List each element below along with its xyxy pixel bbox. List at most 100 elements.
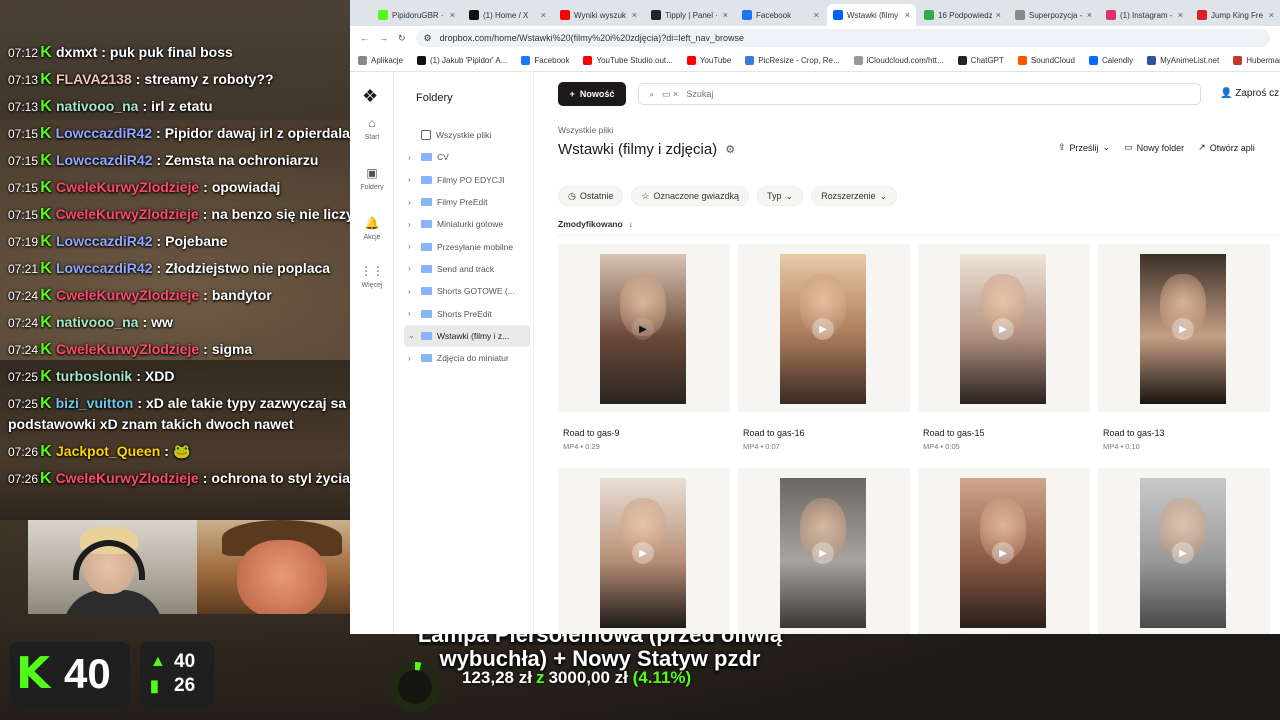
close-icon[interactable]: × <box>1269 10 1274 20</box>
bookmark-item[interactable]: YouTube <box>686 56 731 65</box>
chat-username[interactable]: CweleKurwyZlodzieje <box>56 287 199 303</box>
breadcrumb[interactable]: Wszystkie pliki <box>558 125 613 135</box>
browser-tab[interactable]: PipidoruGBR · K × <box>372 4 461 26</box>
chevron-icon[interactable]: › <box>408 242 416 251</box>
play-icon[interactable]: ▶ <box>632 542 654 564</box>
browser-tab[interactable]: Tipply | Panel · × <box>645 4 734 26</box>
rail-item[interactable]: 🔔 Akcje <box>350 216 394 241</box>
play-icon[interactable]: ▶ <box>812 542 834 564</box>
file-thumbnail[interactable]: ▶ <box>1098 244 1270 412</box>
folder-tree-item[interactable]: › Send and track <box>404 258 530 280</box>
file-thumbnail[interactable]: ▶ <box>558 244 730 412</box>
chat-username[interactable]: CweleKurwyZlodzieje <box>56 341 199 357</box>
back-icon[interactable]: ← <box>360 33 369 43</box>
bookmark-item[interactable]: Aplikacje <box>358 56 403 65</box>
close-icon[interactable]: × <box>814 10 819 20</box>
bookmark-item[interactable]: MyAnimeList.net <box>1147 56 1219 65</box>
file-card[interactable]: ▶ <box>558 468 730 634</box>
bookmark-item[interactable]: iCloudcloud.com/htt... <box>853 56 944 65</box>
chevron-icon[interactable]: › <box>408 153 416 162</box>
play-icon[interactable]: ▶ <box>632 318 654 340</box>
play-icon[interactable]: ▶ <box>1172 542 1194 564</box>
chevron-icon[interactable]: › <box>408 309 416 318</box>
play-icon[interactable]: ▶ <box>992 542 1014 564</box>
settings-gear-icon[interactable]: ⚙ <box>725 143 735 156</box>
chevron-icon[interactable]: › <box>408 287 416 296</box>
browser-tab[interactable]: (1) Instagram - × <box>1100 4 1189 26</box>
invite-button[interactable]: 👤 Zaproś cz <box>1220 88 1279 99</box>
folder-tree-item[interactable]: ⌄ Wstawki (filmy i z... <box>404 324 530 347</box>
browser-tab[interactable]: Wstawki (filmy × <box>827 4 916 26</box>
chat-username[interactable]: CweleKurwyZlodzieje <box>56 206 199 222</box>
chevron-icon[interactable]: › <box>408 354 416 363</box>
close-icon[interactable]: × <box>996 10 1001 20</box>
site-info-icon[interactable]: ⚙ <box>424 33 432 44</box>
rail-item[interactable]: ▣ Foldery <box>350 166 394 191</box>
chevron-icon[interactable]: › <box>408 175 416 184</box>
chat-username[interactable]: nativooo_na <box>56 314 138 330</box>
bookmark-item[interactable]: Huberman Lab Fu <box>1233 56 1280 65</box>
sort-header[interactable]: Zmodyfikowano ↓ <box>558 212 1280 236</box>
browser-tab[interactable]: 16 Podpowiedz × <box>918 4 1007 26</box>
play-icon[interactable]: ▶ <box>812 318 834 340</box>
close-icon[interactable]: × <box>632 10 637 20</box>
chevron-icon[interactable]: ⌄ <box>408 331 416 340</box>
chat-username[interactable]: turboslonik <box>56 368 132 384</box>
close-icon[interactable]: × <box>450 10 455 20</box>
bookmark-item[interactable]: SoundCloud <box>1017 56 1075 65</box>
rail-item[interactable]: ⋮⋮ Więcej <box>350 264 394 289</box>
chat-username[interactable]: CweleKurwyZlodzieje <box>56 470 199 486</box>
file-card[interactable]: ▶ <box>918 468 1090 634</box>
folder-filter-icon[interactable]: ▭ × <box>662 89 678 100</box>
bookmark-item[interactable]: Calendly <box>1088 56 1133 65</box>
browser-tab[interactable]: Jump King Fre × <box>1191 4 1280 26</box>
folder-tree-item[interactable]: › CV <box>404 146 530 168</box>
file-thumbnail[interactable]: ▶ <box>918 244 1090 412</box>
filter-starred[interactable]: ☆ Oznaczone gwiazdką <box>631 186 750 206</box>
file-card[interactable]: ▶ Road to gas-9 MP4 • 0:29 <box>558 244 730 451</box>
chat-username[interactable]: LowccazdiR42 <box>56 125 152 141</box>
new-folder-button[interactable]: ▭ Nowy folder <box>1124 142 1184 153</box>
chevron-icon[interactable]: › <box>408 198 416 207</box>
file-card[interactable]: ▶ Road to gas-15 MP4 • 0:05 <box>918 244 1090 451</box>
reload-icon[interactable]: ↻ <box>398 33 406 44</box>
bookmark-item[interactable]: (1) Jakub 'Pipidor' A... <box>417 56 507 65</box>
close-icon[interactable]: × <box>723 10 728 20</box>
filter-extension[interactable]: Rozszerzenie ⌄ <box>811 186 898 206</box>
chat-username[interactable]: nativooo_na <box>56 98 138 114</box>
browser-tab[interactable]: Wyniki wyszuk × <box>554 4 643 26</box>
bookmark-item[interactable]: PicResize - Crop, Re... <box>745 56 840 65</box>
chevron-icon[interactable]: › <box>408 220 416 229</box>
chat-username[interactable]: CweleKurwyZlodzieje <box>56 179 199 195</box>
folder-tree-item[interactable]: › Filmy PreEdit <box>404 191 530 213</box>
chat-username[interactable]: LowccazdiR42 <box>56 152 152 168</box>
file-card[interactable]: ▶ <box>1098 468 1270 634</box>
file-thumbnail[interactable]: ▶ <box>738 468 910 634</box>
play-icon[interactable]: ▶ <box>992 318 1014 340</box>
chat-username[interactable]: dxmxt <box>56 44 97 60</box>
browser-tab[interactable]: Facebook × <box>736 4 825 26</box>
folder-tree-item[interactable]: › Shorts PreEdit <box>404 302 530 324</box>
file-card[interactable]: ▶ <box>738 468 910 634</box>
close-icon[interactable]: × <box>1178 10 1183 20</box>
file-card[interactable]: ▶ Road to gas-16 MP4 • 0:07 <box>738 244 910 451</box>
new-button[interactable]: + Nowość <box>558 82 626 106</box>
bookmark-item[interactable]: ChatGPT <box>957 56 1004 65</box>
folder-tree-item[interactable]: › Przesyłanie mobilne <box>404 235 530 257</box>
chat-username[interactable]: Jackpot_Queen <box>56 443 160 459</box>
folder-tree-item[interactable]: › Miniaturki gotowe <box>404 213 530 235</box>
folder-tree-item[interactable]: › Zdjęcia do miniatur <box>404 347 530 369</box>
search-input[interactable]: ⌕ ▭ × Szukaj <box>638 83 1201 105</box>
upload-button[interactable]: ⇪ Prześlij ⌄ <box>1058 142 1110 153</box>
browser-tab[interactable]: (1) Home / X × <box>463 4 552 26</box>
filter-recent[interactable]: ◷ Ostatnie <box>558 186 624 206</box>
close-icon[interactable]: × <box>541 10 546 20</box>
browser-tab[interactable]: Superpozycja - × <box>1009 4 1098 26</box>
filter-type[interactable]: Typ ⌄ <box>757 186 804 206</box>
dropbox-logo-icon[interactable]: ❖ <box>362 86 378 107</box>
open-app-button[interactable]: ↗ Otwórz apli <box>1198 142 1255 153</box>
forward-icon[interactable]: → <box>379 33 388 43</box>
chat-username[interactable]: bizi_vuitton <box>56 395 134 411</box>
address-bar[interactable]: ⚙ dropbox.com/home/Wstawki%20(filmy%20i%… <box>415 29 1270 47</box>
close-icon[interactable]: × <box>1087 10 1092 20</box>
